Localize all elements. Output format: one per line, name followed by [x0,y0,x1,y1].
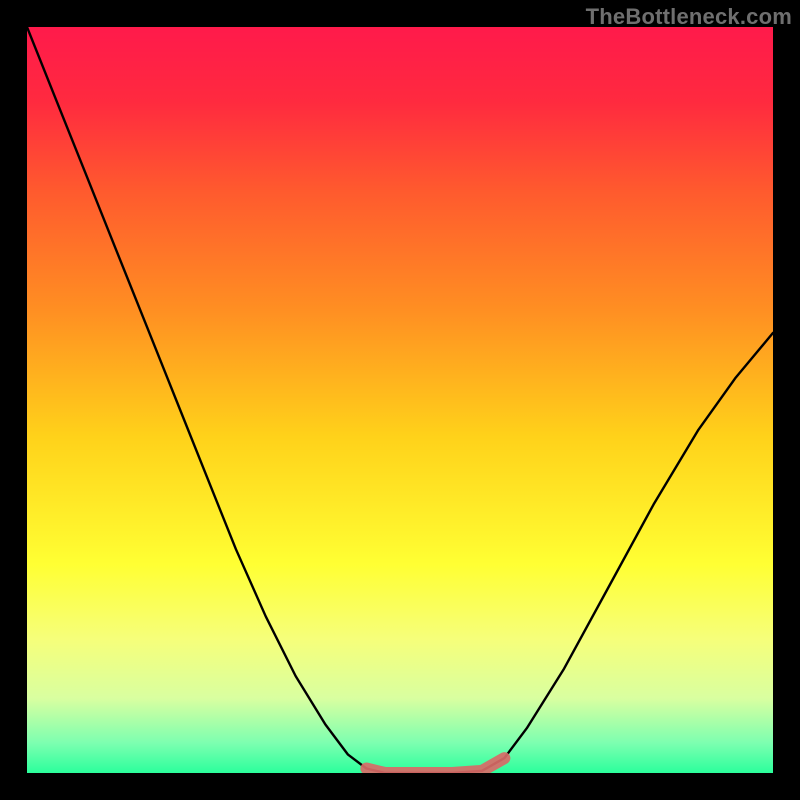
watermark-text: TheBottleneck.com [586,4,792,30]
plot-area [27,27,773,773]
chart-svg [27,27,773,773]
gradient-background [27,27,773,773]
chart-frame: TheBottleneck.com [0,0,800,800]
